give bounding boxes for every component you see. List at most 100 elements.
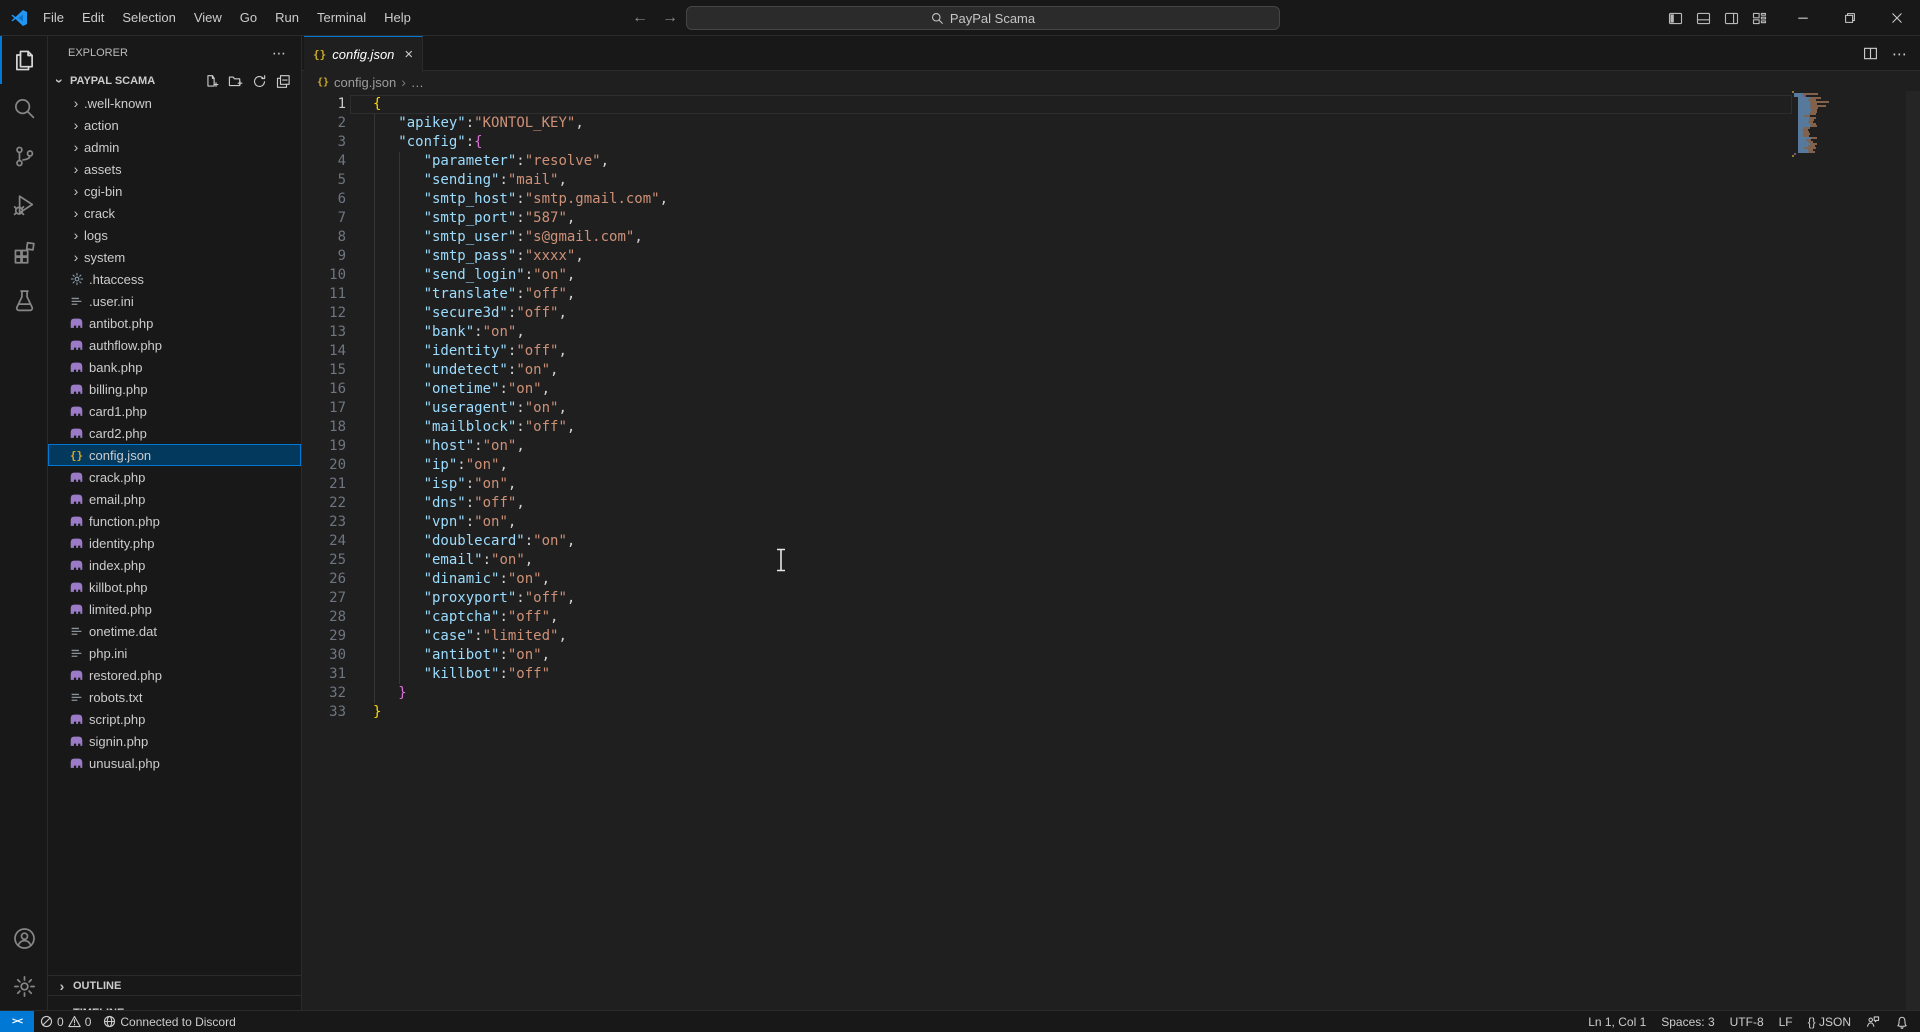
code-line-12[interactable]: 12 "secure3d":"off", bbox=[302, 304, 668, 323]
split-editor-icon[interactable] bbox=[1863, 46, 1878, 61]
file-row-identity.php[interactable]: identity.php bbox=[48, 532, 301, 554]
code-line-23[interactable]: 23 "vpn":"on", bbox=[302, 513, 668, 532]
code-line-21[interactable]: 21 "isp":"on", bbox=[302, 475, 668, 494]
file-row-authflow.php[interactable]: authflow.php bbox=[48, 334, 301, 356]
code-line-3[interactable]: 3 "config":{ bbox=[302, 133, 668, 152]
file-row-killbot.php[interactable]: killbot.php bbox=[48, 576, 301, 598]
tab-config-json[interactable]: {} config.json × bbox=[304, 36, 423, 72]
activity-run-and-debug[interactable] bbox=[0, 180, 47, 228]
activity-explorer[interactable] bbox=[0, 36, 47, 84]
activity-search[interactable] bbox=[0, 84, 47, 132]
code-line-5[interactable]: 5 "sending":"mail", bbox=[302, 171, 668, 190]
code-line-27[interactable]: 27 "proxyport":"off", bbox=[302, 589, 668, 608]
code-line-31[interactable]: 31 "killbot":"off" bbox=[302, 665, 668, 684]
remote-indicator[interactable]: >< bbox=[0, 1011, 34, 1032]
close-tab-icon[interactable]: × bbox=[404, 46, 413, 63]
timeline-section[interactable]: › TIMELINE bbox=[48, 995, 301, 1010]
status-lf[interactable]: LF bbox=[1774, 1011, 1798, 1032]
code-line-11[interactable]: 11 "translate":"off", bbox=[302, 285, 668, 304]
folder-row-assets[interactable]: ›assets bbox=[48, 158, 301, 180]
folder-row-logs[interactable]: ›logs bbox=[48, 224, 301, 246]
folder-row-cgi-bin[interactable]: ›cgi-bin bbox=[48, 180, 301, 202]
code-line-33[interactable]: 33} bbox=[302, 703, 668, 722]
status--json[interactable]: {} JSON bbox=[1803, 1011, 1856, 1032]
code-line-32[interactable]: 32 } bbox=[302, 684, 668, 703]
code-line-18[interactable]: 18 "mailblock":"off", bbox=[302, 418, 668, 437]
folder-row-admin[interactable]: ›admin bbox=[48, 136, 301, 158]
collapse-all-icon[interactable] bbox=[276, 74, 291, 89]
file-row-.user.ini[interactable]: .user.ini bbox=[48, 290, 301, 312]
code-line-9[interactable]: 9 "smtp_pass":"xxxx", bbox=[302, 247, 668, 266]
toggle-panel-icon[interactable] bbox=[1696, 11, 1711, 26]
file-row-antibot.php[interactable]: antibot.php bbox=[48, 312, 301, 334]
code-line-25[interactable]: 25 "email":"on", bbox=[302, 551, 668, 570]
folder-row-system[interactable]: ›system bbox=[48, 246, 301, 268]
close-button[interactable] bbox=[1873, 0, 1920, 36]
code-line-10[interactable]: 10 "send_login":"on", bbox=[302, 266, 668, 285]
menu-selection[interactable]: Selection bbox=[113, 10, 184, 25]
menu-view[interactable]: View bbox=[185, 10, 231, 25]
code-line-8[interactable]: 8 "smtp_user":"s@gmail.com", bbox=[302, 228, 668, 247]
minimap[interactable] bbox=[1791, 91, 1851, 157]
code-line-4[interactable]: 4 "parameter":"resolve", bbox=[302, 152, 668, 171]
code-line-13[interactable]: 13 "bank":"on", bbox=[302, 323, 668, 342]
minimize-button[interactable] bbox=[1779, 0, 1826, 36]
menu-file[interactable]: File bbox=[34, 10, 73, 25]
activity-settings[interactable] bbox=[0, 962, 47, 1010]
file-row-robots.txt[interactable]: robots.txt bbox=[48, 686, 301, 708]
status-utf-8[interactable]: UTF-8 bbox=[1725, 1011, 1769, 1032]
toggle-primary-sidebar-icon[interactable] bbox=[1668, 11, 1683, 26]
code-line-16[interactable]: 16 "onetime":"on", bbox=[302, 380, 668, 399]
file-row-card2.php[interactable]: card2.php bbox=[48, 422, 301, 444]
outline-section[interactable]: › OUTLINE bbox=[48, 975, 301, 995]
code-editor[interactable]: 1{2 "apikey":"KONTOL_KEY",3 "config":{4 … bbox=[302, 95, 668, 722]
file-row-restored.php[interactable]: restored.php bbox=[48, 664, 301, 686]
menu-help[interactable]: Help bbox=[375, 10, 420, 25]
file-row-php.ini[interactable]: php.ini bbox=[48, 642, 301, 664]
activity-testing[interactable] bbox=[0, 276, 47, 324]
code-line-24[interactable]: 24 "doublecard":"on", bbox=[302, 532, 668, 551]
customize-layout-icon[interactable] bbox=[1752, 11, 1767, 26]
code-line-28[interactable]: 28 "captcha":"off", bbox=[302, 608, 668, 627]
file-row-bank.php[interactable]: bank.php bbox=[48, 356, 301, 378]
menu-run[interactable]: Run bbox=[266, 10, 308, 25]
code-line-14[interactable]: 14 "identity":"off", bbox=[302, 342, 668, 361]
file-row-crack.php[interactable]: crack.php bbox=[48, 466, 301, 488]
refresh-icon[interactable] bbox=[252, 74, 267, 89]
file-row-unusual.php[interactable]: unusual.php bbox=[48, 752, 301, 774]
editor-scrollbar[interactable] bbox=[1906, 91, 1920, 1010]
breadcrumb-file[interactable]: config.json bbox=[334, 75, 396, 90]
back-button[interactable]: ← bbox=[632, 9, 648, 27]
file-row-onetime.dat[interactable]: onetime.dat bbox=[48, 620, 301, 642]
file-row-signin.php[interactable]: signin.php bbox=[48, 730, 301, 752]
file-row-email.php[interactable]: email.php bbox=[48, 488, 301, 510]
toggle-secondary-sidebar-icon[interactable] bbox=[1724, 11, 1739, 26]
file-row-function.php[interactable]: function.php bbox=[48, 510, 301, 532]
forward-button[interactable]: → bbox=[662, 9, 678, 27]
file-row-config.json[interactable]: {}config.json bbox=[48, 444, 301, 466]
code-line-15[interactable]: 15 "undetect":"on", bbox=[302, 361, 668, 380]
folder-row-crack[interactable]: ›crack bbox=[48, 202, 301, 224]
command-center-search[interactable]: PayPal Scama bbox=[686, 6, 1280, 30]
code-line-1[interactable]: 1{ bbox=[302, 95, 668, 114]
activity-extensions[interactable] bbox=[0, 228, 47, 276]
code-line-29[interactable]: 29 "case":"limited", bbox=[302, 627, 668, 646]
status-bell[interactable] bbox=[1890, 1011, 1914, 1032]
file-row-index.php[interactable]: index.php bbox=[48, 554, 301, 576]
explorer-more-actions-button[interactable]: ⋯ bbox=[272, 45, 287, 62]
file-row-billing.php[interactable]: billing.php bbox=[48, 378, 301, 400]
file-row-script.php[interactable]: script.php bbox=[48, 708, 301, 730]
file-row-.htaccess[interactable]: .htaccess bbox=[48, 268, 301, 290]
discord-status[interactable]: Connected to Discord bbox=[97, 1011, 241, 1032]
restore-button[interactable] bbox=[1826, 0, 1873, 36]
code-line-22[interactable]: 22 "dns":"off", bbox=[302, 494, 668, 513]
project-section-header[interactable]: › PAYPAL SCAMA bbox=[48, 70, 301, 92]
status-ln-1-col-1[interactable]: Ln 1, Col 1 bbox=[1583, 1011, 1651, 1032]
code-line-19[interactable]: 19 "host":"on", bbox=[302, 437, 668, 456]
folder-row-.well-known[interactable]: ›.well-known bbox=[48, 92, 301, 114]
file-row-card1.php[interactable]: card1.php bbox=[48, 400, 301, 422]
menu-terminal[interactable]: Terminal bbox=[308, 10, 375, 25]
activity-accounts[interactable] bbox=[0, 914, 47, 962]
code-line-17[interactable]: 17 "useragent":"on", bbox=[302, 399, 668, 418]
new-file-icon[interactable] bbox=[204, 74, 219, 89]
